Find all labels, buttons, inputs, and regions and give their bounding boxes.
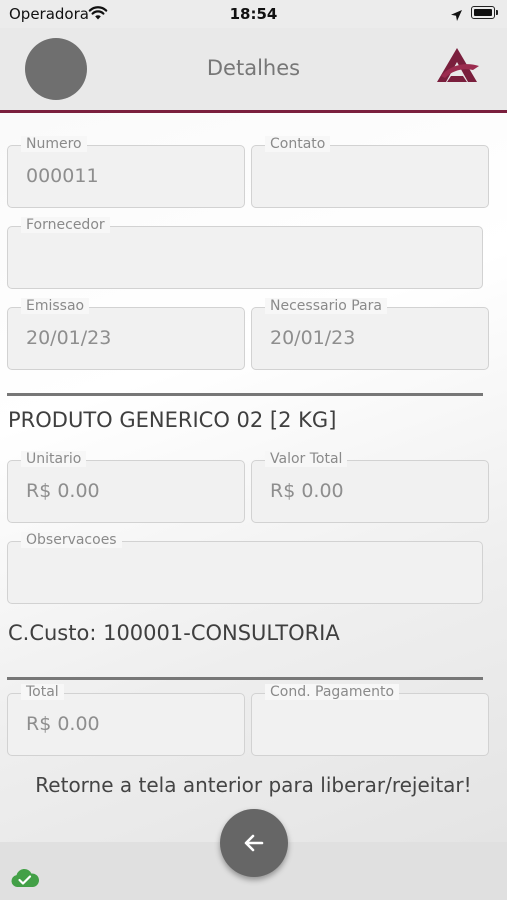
necessario-para-label: Necessario Para: [265, 298, 387, 314]
observacoes-field[interactable]: Observacoes: [7, 532, 483, 604]
location-arrow-icon: [450, 7, 463, 26]
observacoes-label: Observacoes: [21, 532, 122, 548]
page-title: Detalhes: [206, 56, 301, 80]
battery-icon: [471, 6, 498, 19]
fornecedor-field[interactable]: Fornecedor: [7, 217, 483, 289]
cond-pagamento-label: Cond. Pagamento: [265, 684, 400, 700]
app-header: Detalhes: [0, 28, 507, 113]
necessario-para-field[interactable]: Necessario Para 20/01/23: [251, 298, 489, 370]
instruction-text: Retorne a tela anterior para liberar/rej…: [35, 773, 472, 797]
cloud-check-icon: [10, 868, 40, 892]
emissao-label: Emissao: [21, 298, 90, 314]
numero-field[interactable]: Numero 000011: [7, 136, 245, 208]
unitario-value: R$ 0.00: [26, 480, 100, 502]
necessario-para-value: 20/01/23: [270, 327, 356, 349]
valor-total-label: Valor Total: [265, 451, 348, 467]
valor-total-field[interactable]: Valor Total R$ 0.00: [251, 451, 489, 523]
emissao-value: 20/01/23: [26, 327, 112, 349]
company-logo-icon: [433, 46, 481, 90]
section-divider: [7, 677, 483, 680]
product-name: PRODUTO GENERICO 02 [2 KG]: [8, 408, 337, 432]
unitario-field[interactable]: Unitario R$ 0.00: [7, 451, 245, 523]
numero-value: 000011: [26, 165, 99, 187]
valor-total-value: R$ 0.00: [270, 480, 344, 502]
cost-center-text: C.Custo: 100001-CONSULTORIA: [8, 621, 340, 645]
contato-field[interactable]: Contato: [251, 136, 489, 208]
total-value: R$ 0.00: [26, 713, 100, 735]
total-field[interactable]: Total R$ 0.00: [7, 684, 245, 756]
numero-label: Numero: [21, 136, 87, 152]
fornecedor-label: Fornecedor: [21, 217, 110, 233]
arrow-left-icon: [244, 834, 264, 852]
unitario-label: Unitario: [21, 451, 87, 467]
clock-time: 18:54: [229, 5, 278, 23]
emissao-field[interactable]: Emissao 20/01/23: [7, 298, 245, 370]
section-divider: [7, 393, 483, 396]
total-label: Total: [21, 684, 64, 700]
back-button[interactable]: [220, 809, 288, 877]
cond-pagamento-field[interactable]: Cond. Pagamento: [251, 684, 489, 756]
status-bar: Operadora 18:54: [0, 0, 507, 28]
contato-label: Contato: [265, 136, 331, 152]
